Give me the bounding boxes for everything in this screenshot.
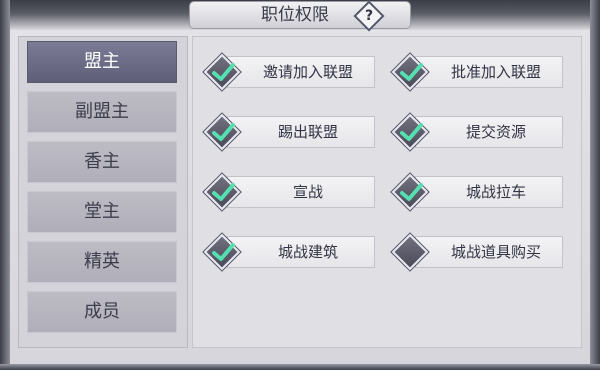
role-tab-1[interactable]: 副盟主 <box>27 91 177 133</box>
role-tab-4[interactable]: 精英 <box>27 241 177 283</box>
check-icon <box>212 183 235 201</box>
permission-item-6[interactable]: 城战建筑 <box>197 233 377 272</box>
frame-left <box>0 0 10 370</box>
role-tab-0[interactable]: 盟主 <box>27 41 177 83</box>
permission-label: 邀请加入联盟 <box>227 56 375 88</box>
page-title: 职位权限 <box>261 5 329 25</box>
permission-item-0[interactable]: 邀请加入联盟 <box>197 53 377 92</box>
role-tab-2[interactable]: 香主 <box>27 141 177 183</box>
permission-item-7[interactable]: 城战道具购买 <box>385 233 565 272</box>
permission-item-1[interactable]: 批准加入联盟 <box>385 53 565 92</box>
permission-item-5[interactable]: 城战拉车 <box>385 173 565 212</box>
role-tab-3[interactable]: 堂主 <box>27 191 177 233</box>
permission-item-4[interactable]: 宣战 <box>197 173 377 212</box>
permission-label: 批准加入联盟 <box>415 56 563 88</box>
frame-bottom <box>0 364 600 370</box>
check-icon <box>212 123 235 141</box>
frame-right <box>590 0 600 370</box>
role-tab-5[interactable]: 成员 <box>27 291 177 333</box>
check-icon <box>400 123 423 141</box>
permission-label: 城战建筑 <box>227 236 375 268</box>
check-icon <box>212 63 235 81</box>
check-icon <box>400 183 423 201</box>
permission-label: 宣战 <box>227 176 375 208</box>
permission-item-2[interactable]: 踢出联盟 <box>197 113 377 152</box>
check-icon <box>212 243 235 261</box>
permission-item-3[interactable]: 提交资源 <box>385 113 565 152</box>
permission-label: 提交资源 <box>415 116 563 148</box>
permission-grid: 邀请加入联盟 批准加入联盟 踢出联盟 提交资源 宣战 城战拉车 城战建筑 城战道… <box>192 36 582 348</box>
permission-label: 踢出联盟 <box>227 116 375 148</box>
role-list: 盟主 副盟主 香主 堂主 精英 成员 <box>18 36 188 348</box>
permission-label: 城战道具购买 <box>415 236 563 268</box>
check-icon <box>400 63 423 81</box>
permission-label: 城战拉车 <box>415 176 563 208</box>
